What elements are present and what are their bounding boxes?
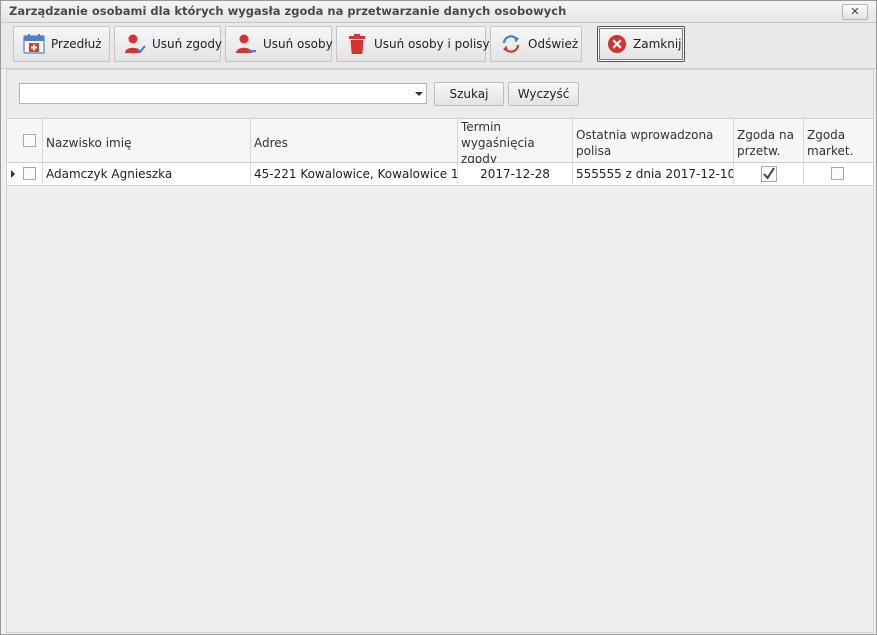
consent-marketing-checkbox[interactable]: [831, 167, 844, 180]
search-combobox[interactable]: [19, 83, 427, 104]
user-remove-icon: [236, 34, 256, 53]
refresh-button[interactable]: Odśwież: [490, 26, 582, 62]
extend-label: Przedłuż: [51, 37, 102, 51]
clear-button[interactable]: Wyczyść: [508, 82, 579, 106]
toolbar: Przedłuż Usuń zgody Usuń osoby Usuń osob…: [1, 23, 876, 69]
trash-icon: [349, 34, 365, 54]
title-bar: Zarządzanie osobami dla których wygasła …: [1, 1, 876, 23]
close-label: Zamknij: [633, 37, 682, 51]
remove-persons-button[interactable]: Usuń osoby: [225, 26, 333, 62]
header-consent-processing-label: Zgoda na przetw.: [737, 128, 794, 158]
row-indicator-icon: [11, 170, 15, 178]
table-row[interactable]: Adamczyk Agnieszka 45-221 Kowalowice, Ko…: [7, 163, 873, 186]
cell-name[interactable]: Adamczyk Agnieszka: [43, 163, 251, 185]
search-bar: Szukaj Wyczyść: [6, 69, 874, 119]
search-button[interactable]: Szukaj: [434, 82, 504, 106]
remove-consents-label: Usuń zgody: [152, 37, 223, 51]
header-consent-marketing-label: Zgoda market.: [807, 128, 854, 158]
remove-persons-and-policies-button[interactable]: Usuń osoby i polisy: [336, 26, 490, 62]
cell-consent-marketing: [804, 163, 873, 185]
header-consent-marketing[interactable]: Zgoda market.: [804, 119, 873, 162]
cell-expiry[interactable]: 2017-12-28: [458, 163, 573, 185]
header-name[interactable]: Nazwisko imię: [43, 119, 251, 162]
remove-consents-button[interactable]: Usuń zgody: [114, 26, 223, 62]
persons-grid: Nazwisko imię Adres Termin wygaśnięcia z…: [6, 118, 874, 633]
row-select-cell: [7, 163, 43, 185]
cell-consent-processing: [734, 163, 804, 185]
calendar-plus-icon: [23, 34, 45, 54]
header-expiry[interactable]: Termin wygaśnięcia zgody: [458, 119, 573, 166]
remove-persons-label: Usuń osoby: [263, 37, 333, 51]
remove-persons-and-policies-label: Usuń osoby i polisy: [374, 37, 490, 51]
chevron-down-icon[interactable]: [415, 92, 423, 96]
window-close-button[interactable]: ✕: [842, 4, 868, 20]
select-all-checkbox[interactable]: [23, 134, 36, 147]
user-check-icon: [125, 34, 146, 54]
grid-header: Nazwisko imię Adres Termin wygaśnięcia z…: [7, 119, 873, 166]
refresh-label: Odśwież: [528, 37, 579, 51]
header-policy-label: Ostatnia wprowadzona polisa: [576, 128, 714, 158]
header-address[interactable]: Adres: [251, 119, 458, 162]
header-name-label: Nazwisko imię: [46, 136, 132, 150]
header-expiry-label: Termin wygaśnięcia zgody: [461, 120, 535, 166]
dialog-window: Zarządzanie osobami dla których wygasła …: [0, 0, 877, 635]
header-address-label: Adres: [254, 136, 288, 150]
refresh-icon: [502, 35, 520, 53]
window-title: Zarządzanie osobami dla których wygasła …: [9, 4, 567, 18]
header-consent-processing[interactable]: Zgoda na przetw.: [734, 119, 804, 162]
header-select-all-cell: [7, 119, 43, 162]
close-button[interactable]: Zamknij: [597, 26, 685, 62]
consent-processing-checkbox[interactable]: [761, 166, 777, 182]
cell-policy[interactable]: 555555 z dnia 2017-12-10: [573, 163, 734, 185]
header-policy[interactable]: Ostatnia wprowadzona polisa: [573, 119, 734, 162]
extend-button[interactable]: Przedłuż: [13, 26, 110, 62]
cell-address[interactable]: 45-221 Kowalowice, Kowalowice 1: [251, 163, 458, 185]
row-select-checkbox[interactable]: [23, 167, 36, 180]
close-circle-icon: [608, 35, 626, 53]
